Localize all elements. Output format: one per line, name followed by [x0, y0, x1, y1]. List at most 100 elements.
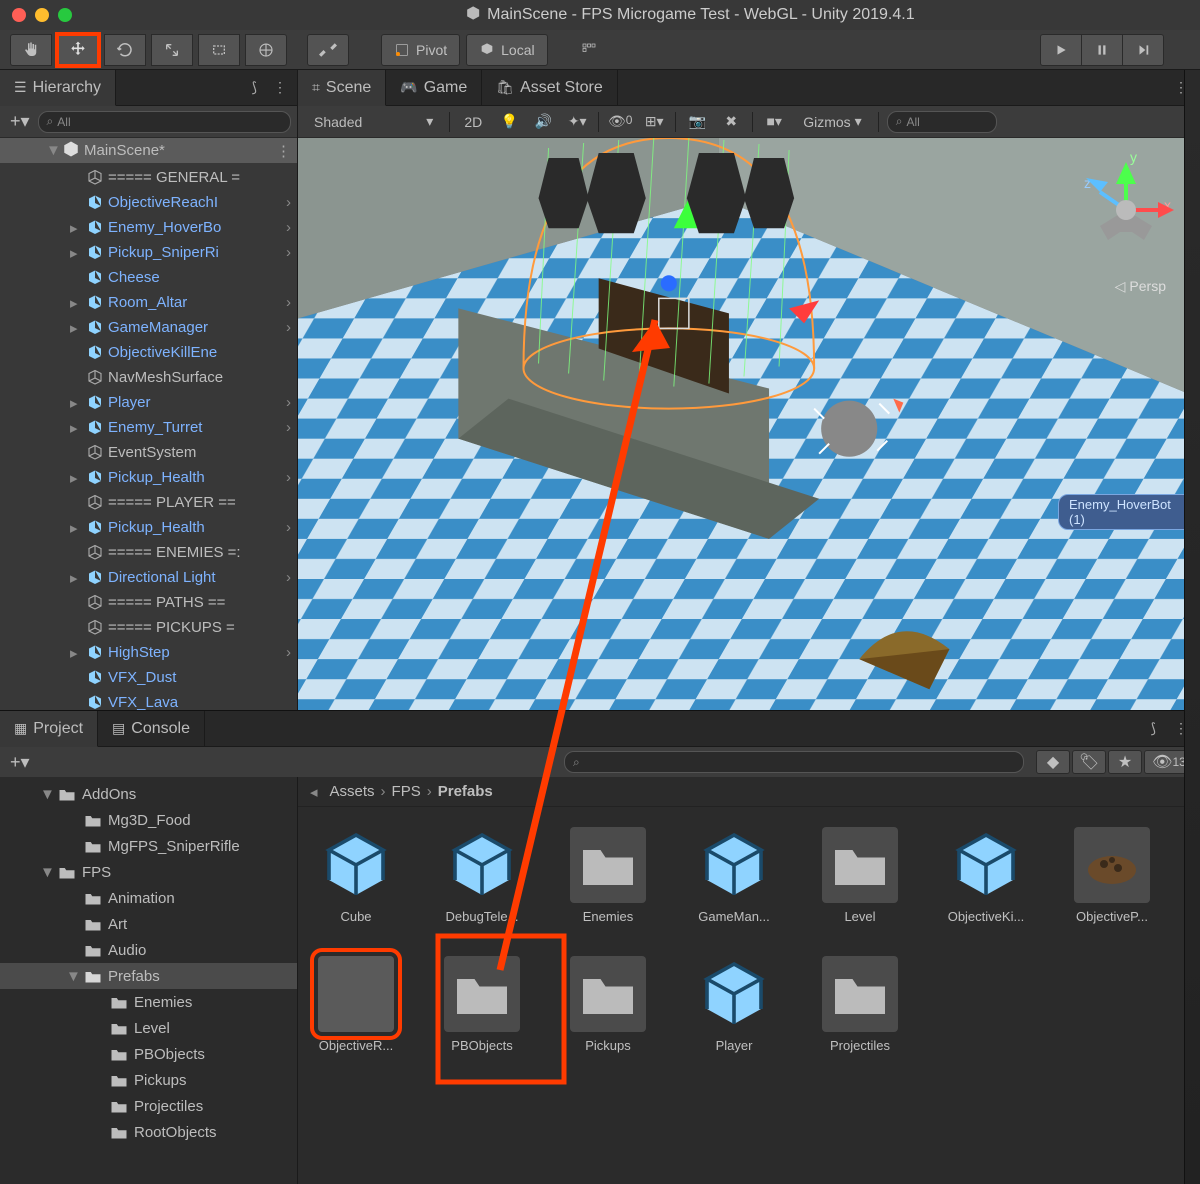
expand-icon[interactable]: ▸ [70, 469, 82, 487]
expand-icon[interactable]: ▸ [70, 394, 82, 412]
folder-row[interactable]: ▼Prefabs [0, 963, 297, 989]
panel-menu-icon[interactable]: ⋮ [263, 79, 297, 96]
asset-item[interactable]: Pickups [560, 956, 656, 1053]
inspector-strip[interactable] [1184, 70, 1200, 1184]
breadcrumb-1[interactable]: FPS [392, 783, 421, 800]
rect-tool-button[interactable] [198, 34, 240, 66]
step-button[interactable] [1122, 34, 1164, 66]
hierarchy-search[interactable]: ⌕ All [38, 111, 291, 133]
folder-row[interactable]: RootObjects [0, 1119, 297, 1145]
chevron-right-icon[interactable]: › [286, 519, 291, 536]
asset-item[interactable]: DebugTele... [434, 827, 530, 924]
hierarchy-item[interactable]: NavMeshSurface [0, 365, 297, 390]
custom-tools-button[interactable] [307, 34, 349, 66]
transform-tool-button[interactable] [245, 34, 287, 66]
chevron-right-icon[interactable]: › [286, 319, 291, 336]
pivot-toggle[interactable]: Pivot [381, 34, 460, 66]
hidden-objects-icon[interactable]: 👁0 [607, 113, 633, 130]
projection-label[interactable]: ◁Persp [1115, 278, 1166, 295]
hierarchy-item[interactable]: VFX_Lava [0, 690, 297, 710]
maximize-window-icon[interactable] [58, 8, 72, 22]
tab-asset-store[interactable]: 🛍 Asset Store [482, 70, 617, 106]
folder-row[interactable]: Projectiles [0, 1093, 297, 1119]
chevron-right-icon[interactable]: › [286, 419, 291, 436]
lighting-icon[interactable]: 💡 [496, 113, 522, 130]
tab-game[interactable]: 🎮 Game [386, 70, 482, 106]
hierarchy-item[interactable]: ▸GameManager› [0, 315, 297, 340]
hierarchy-item[interactable]: ▸Directional Light› [0, 565, 297, 590]
folder-row[interactable]: Audio [0, 937, 297, 963]
chevron-right-icon[interactable]: › [286, 569, 291, 586]
folder-row[interactable]: MgFPS_SniperRifle [0, 833, 297, 859]
orientation-gizmo[interactable]: y x z [1060, 148, 1180, 278]
pause-button[interactable] [1081, 34, 1123, 66]
camera-dropdown[interactable]: ■▾ [761, 113, 787, 130]
rotate-tool-button[interactable] [104, 34, 146, 66]
folder-row[interactable]: ▼AddOns [0, 781, 297, 807]
effects-dropdown[interactable]: ✦▾ [564, 113, 590, 130]
expand-icon[interactable]: ▸ [70, 219, 82, 237]
search-filter-button[interactable]: ◆ [1036, 750, 1070, 774]
expand-icon[interactable]: ▸ [70, 519, 82, 537]
chevron-right-icon[interactable]: › [286, 469, 291, 486]
audio-icon[interactable]: 🔊 [530, 113, 556, 130]
scene-viewport[interactable]: Enemy_HoverBot (1) y x z [298, 138, 1200, 710]
scale-tool-button[interactable] [151, 34, 193, 66]
hierarchy-item[interactable]: ▸Pickup_Health› [0, 515, 297, 540]
create-asset-dropdown[interactable]: +▾ [6, 752, 34, 773]
close-window-icon[interactable] [12, 8, 26, 22]
asset-item[interactable]: ObjectiveR... [308, 956, 404, 1053]
chevron-right-icon[interactable]: › [286, 394, 291, 411]
asset-item[interactable]: GameMan... [686, 827, 782, 924]
move-tool-button[interactable] [57, 34, 99, 66]
asset-item[interactable]: Projectiles [812, 956, 908, 1053]
gizmos-dropdown[interactable]: Gizmos ▾ [795, 110, 869, 134]
folder-row[interactable]: Mg3D_Food [0, 807, 297, 833]
shading-dropdown[interactable]: Shaded ▾ [306, 110, 441, 134]
play-button[interactable] [1040, 34, 1082, 66]
tab-console[interactable]: ▤ Console [98, 711, 205, 747]
enemy-label[interactable]: Enemy_HoverBot (1) [1058, 494, 1200, 530]
hierarchy-tab[interactable]: ☰ Hierarchy [0, 70, 116, 106]
expand-icon[interactable]: ▸ [70, 419, 82, 437]
folder-row[interactable]: ▼FPS [0, 859, 297, 885]
hierarchy-item[interactable]: ▸Enemy_Turret› [0, 415, 297, 440]
lock-icon[interactable]: ⟆ [246, 79, 263, 96]
folder-row[interactable]: Animation [0, 885, 297, 911]
expand-icon[interactable]: ▼ [46, 142, 58, 159]
asset-item[interactable]: Enemies [560, 827, 656, 924]
hierarchy-item[interactable]: ===== PLAYER == [0, 490, 297, 515]
hierarchy-item[interactable]: ===== GENERAL = [0, 165, 297, 190]
favorite-filter-button[interactable]: ★ [1108, 750, 1142, 774]
hierarchy-item[interactable]: ===== PATHS == [0, 590, 297, 615]
asset-item[interactable]: PBObjects [434, 956, 530, 1053]
breadcrumb-2[interactable]: Prefabs [438, 783, 493, 800]
chevron-right-icon[interactable]: › [286, 244, 291, 261]
asset-item[interactable]: ObjectiveP... [1064, 827, 1160, 924]
scene-search[interactable]: ⌕ All [887, 111, 997, 133]
asset-item[interactable]: Player [686, 956, 782, 1053]
lock-icon[interactable]: ⟆ [1145, 720, 1162, 737]
scene-row[interactable]: ▼ MainScene* ⋮ [0, 138, 297, 163]
scene-menu-icon[interactable]: ⋮ [276, 142, 291, 160]
hierarchy-item[interactable]: ===== ENEMIES =: [0, 540, 297, 565]
chevron-right-icon[interactable]: › [286, 644, 291, 661]
expand-icon[interactable]: ▸ [70, 294, 82, 312]
minimize-window-icon[interactable] [35, 8, 49, 22]
hierarchy-item[interactable]: Cheese [0, 265, 297, 290]
hand-tool-button[interactable] [10, 34, 52, 66]
hierarchy-item[interactable]: ObjectiveReachI› [0, 190, 297, 215]
tab-scene[interactable]: ⌗ Scene [298, 70, 386, 106]
expand-icon[interactable]: ▸ [70, 644, 82, 662]
create-dropdown[interactable]: +▾ [6, 111, 34, 132]
breadcrumb-0[interactable]: Assets [330, 783, 375, 800]
hierarchy-item[interactable]: ObjectiveKillEne [0, 340, 297, 365]
2d-toggle[interactable]: 2D [458, 110, 488, 134]
folder-row[interactable]: Pickups [0, 1067, 297, 1093]
chevron-right-icon[interactable]: › [286, 294, 291, 311]
tools-icon[interactable]: ✖ [718, 113, 744, 130]
tab-project[interactable]: ▦ Project [0, 711, 98, 747]
asset-item[interactable]: ObjectiveKi... [938, 827, 1034, 924]
asset-item[interactable]: Level [812, 827, 908, 924]
snap-button[interactable] [568, 34, 610, 66]
